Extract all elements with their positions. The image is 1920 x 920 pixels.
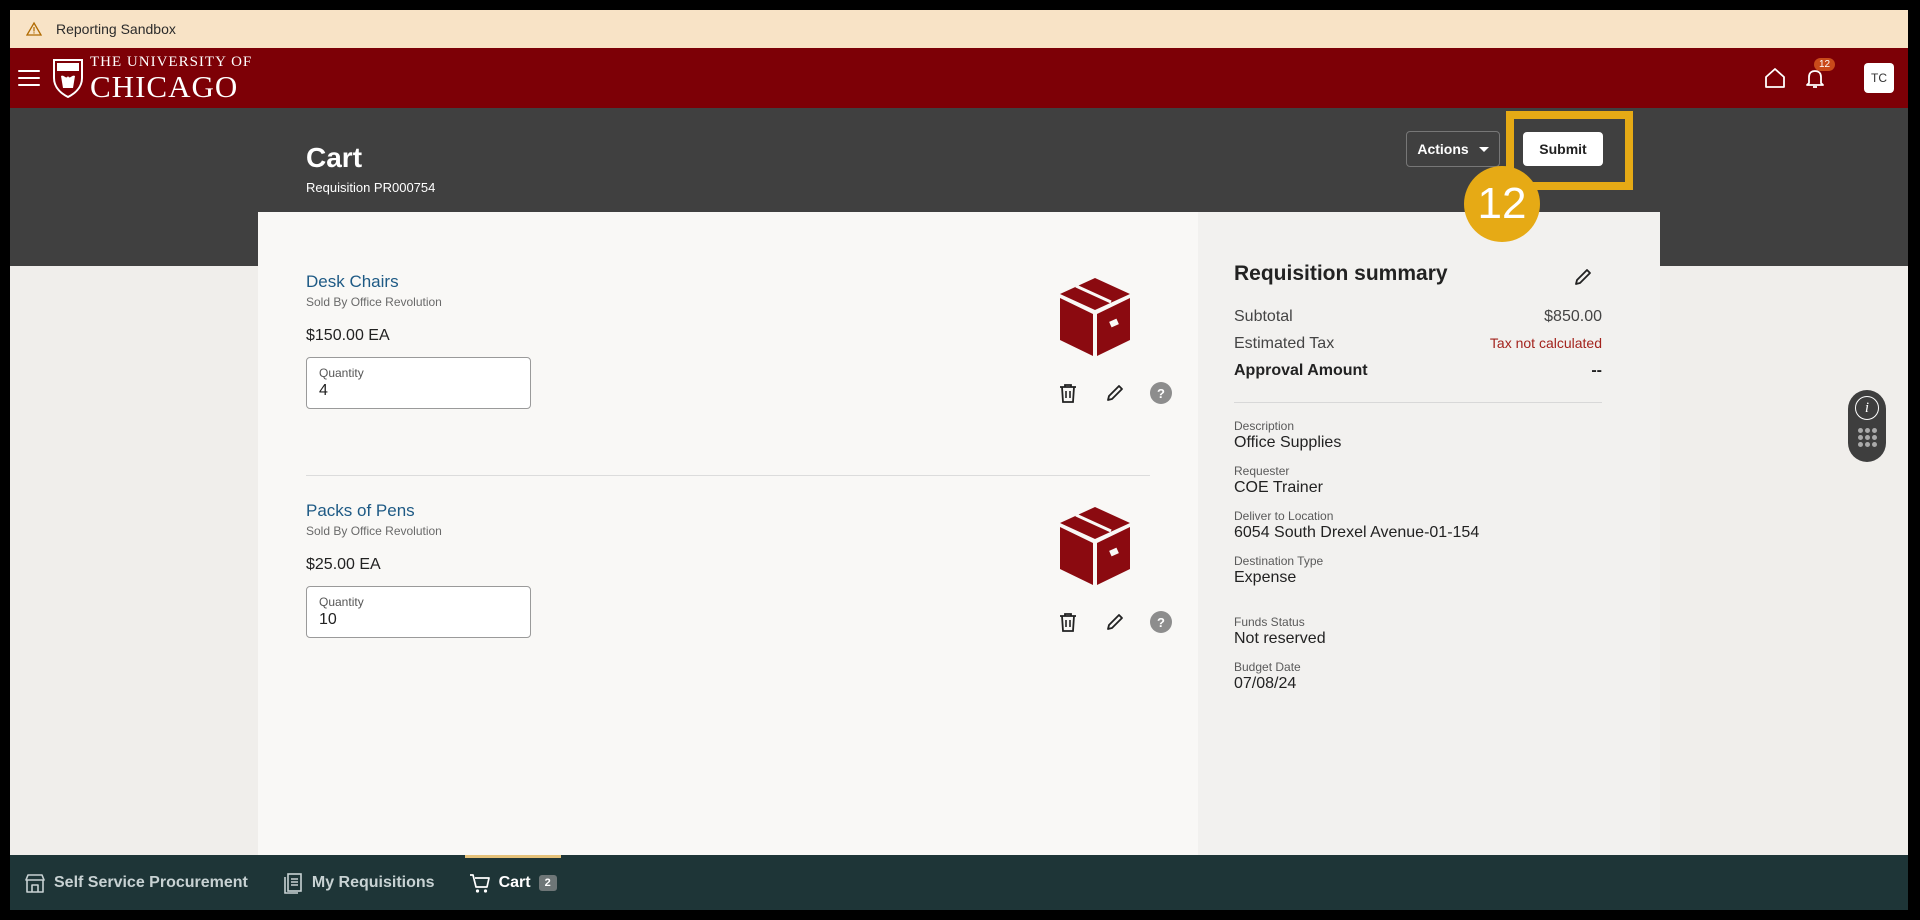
notification-badge: 12 (1814, 58, 1836, 71)
description-field: Description Office Supplies (1234, 419, 1602, 452)
field-label: Funds Status (1234, 615, 1305, 629)
deliver-to-field: Deliver to Location 6054 South Drexel Av… (1234, 509, 1602, 542)
requisitions-icon (284, 872, 302, 894)
delete-icon[interactable] (1056, 381, 1080, 405)
field-label: Requester (1234, 464, 1290, 478)
summary-title: Requisition summary (1234, 262, 1448, 285)
item-name-link[interactable]: Packs of Pens (306, 501, 531, 521)
cart-icon (469, 873, 490, 893)
divider (306, 475, 1150, 476)
app-window: Reporting Sandbox THE UNIVERSITY OF CHIC… (10, 10, 1908, 910)
brand-bar: THE UNIVERSITY OF CHICAGO 12 TC (10, 48, 1908, 108)
tax-row: Estimated Tax Tax not calculated (1234, 335, 1602, 353)
store-icon (25, 873, 45, 893)
actions-button[interactable]: Actions (1406, 131, 1500, 167)
requisition-summary: Requisition summary Subtotal $850.00 Est… (1234, 262, 1602, 693)
quantity-field[interactable]: Quantity 10 (306, 586, 531, 638)
nav-label: Cart (498, 873, 531, 891)
help-icon[interactable]: ? (1150, 382, 1172, 404)
logo-line-1: THE UNIVERSITY OF (90, 53, 253, 70)
subtotal-label: Subtotal (1234, 308, 1293, 325)
item-supplier: Sold By Office Revolution (306, 524, 442, 538)
tax-label: Estimated Tax (1234, 335, 1335, 352)
item-price: $150.00 EA (306, 327, 390, 344)
field-label: Description (1234, 419, 1295, 433)
delete-icon[interactable] (1056, 610, 1080, 634)
shield-icon (53, 59, 83, 98)
bell-icon[interactable]: 12 (1802, 58, 1836, 91)
page-title: Cart (306, 142, 363, 173)
field-label: Destination Type (1234, 554, 1324, 568)
subtotal-value: $850.00 (1544, 308, 1602, 325)
field-value: Office Supplies (1234, 434, 1342, 451)
bottom-navigation: Self Service Procurement My Requisitions… (10, 855, 1908, 910)
field-value: 07/08/24 (1234, 675, 1297, 692)
help-icon[interactable]: ? (1150, 611, 1172, 633)
info-icon[interactable]: i (1855, 396, 1879, 420)
edit-icon[interactable] (1572, 266, 1594, 288)
destination-type-field: Destination Type Expense (1234, 554, 1602, 587)
caret-down-icon (1478, 146, 1489, 152)
funds-status-field: Funds Status Not reserved (1234, 615, 1602, 648)
nav-label: My Requisitions (311, 873, 435, 891)
item-price: $25.00 EA (306, 556, 381, 573)
logo-line-2: CHICAGO (90, 68, 239, 104)
field-value: COE Trainer (1234, 479, 1323, 496)
item-name-link[interactable]: Desk Chairs (306, 272, 531, 292)
avatar[interactable]: TC (1864, 63, 1894, 93)
requester-field: Requester COE Trainer (1234, 464, 1602, 497)
approval-label: Approval Amount (1234, 362, 1368, 379)
approval-value: -- (1591, 362, 1602, 379)
cart-line: Packs of Pens Sold By Office Revolution … (306, 501, 531, 638)
help-widget[interactable]: i (1848, 390, 1886, 462)
divider (1234, 402, 1602, 403)
field-value: 6054 South Drexel Avenue-01-154 (1234, 524, 1480, 541)
field-value: Not reserved (1234, 630, 1326, 647)
edit-icon[interactable] (1103, 610, 1127, 634)
field-label: Budget Date (1234, 660, 1301, 674)
quantity-label: Quantity (319, 595, 364, 609)
edit-icon[interactable] (1103, 381, 1127, 405)
field-value: Expense (1234, 569, 1297, 586)
grid-icon[interactable] (1857, 428, 1877, 447)
budget-date-field: Budget Date 07/08/24 (1234, 660, 1602, 693)
field-label: Deliver to Location (1234, 509, 1334, 523)
package-icon (1060, 507, 1130, 585)
line-actions: ? (1056, 381, 1172, 405)
sandbox-label: Reporting Sandbox (56, 21, 176, 37)
menu-icon[interactable] (18, 70, 40, 86)
quantity-value: 10 (319, 611, 337, 628)
tutorial-step-number: 12 (1464, 166, 1540, 242)
package-icon (1060, 278, 1130, 356)
sandbox-banner: Reporting Sandbox (10, 10, 1908, 48)
nav-my-requisitions[interactable]: My Requisitions (282, 855, 435, 910)
requisition-number: Requisition PR000754 (306, 180, 436, 195)
warning-icon (26, 21, 42, 36)
quantity-value: 4 (319, 382, 328, 399)
quantity-field[interactable]: Quantity 4 (306, 357, 531, 409)
quantity-label: Quantity (319, 366, 364, 380)
subtotal-row: Subtotal $850.00 (1234, 308, 1602, 326)
nav-label: Self Service Procurement (54, 873, 248, 891)
line-actions: ? (1056, 610, 1172, 634)
university-logo[interactable]: THE UNIVERSITY OF CHICAGO (52, 53, 253, 104)
cart-count-badge: 2 (538, 874, 557, 891)
home-icon[interactable] (1762, 65, 1788, 91)
actions-label: Actions (1417, 141, 1469, 157)
nav-self-service-procurement[interactable]: Self Service Procurement (24, 855, 248, 910)
approval-row: Approval Amount -- (1234, 362, 1602, 380)
cart-line: Desk Chairs Sold By Office Revolution $1… (306, 272, 531, 409)
tax-value: Tax not calculated (1489, 335, 1602, 351)
item-supplier: Sold By Office Revolution (306, 295, 442, 309)
nav-cart[interactable]: Cart 2 (464, 855, 561, 910)
